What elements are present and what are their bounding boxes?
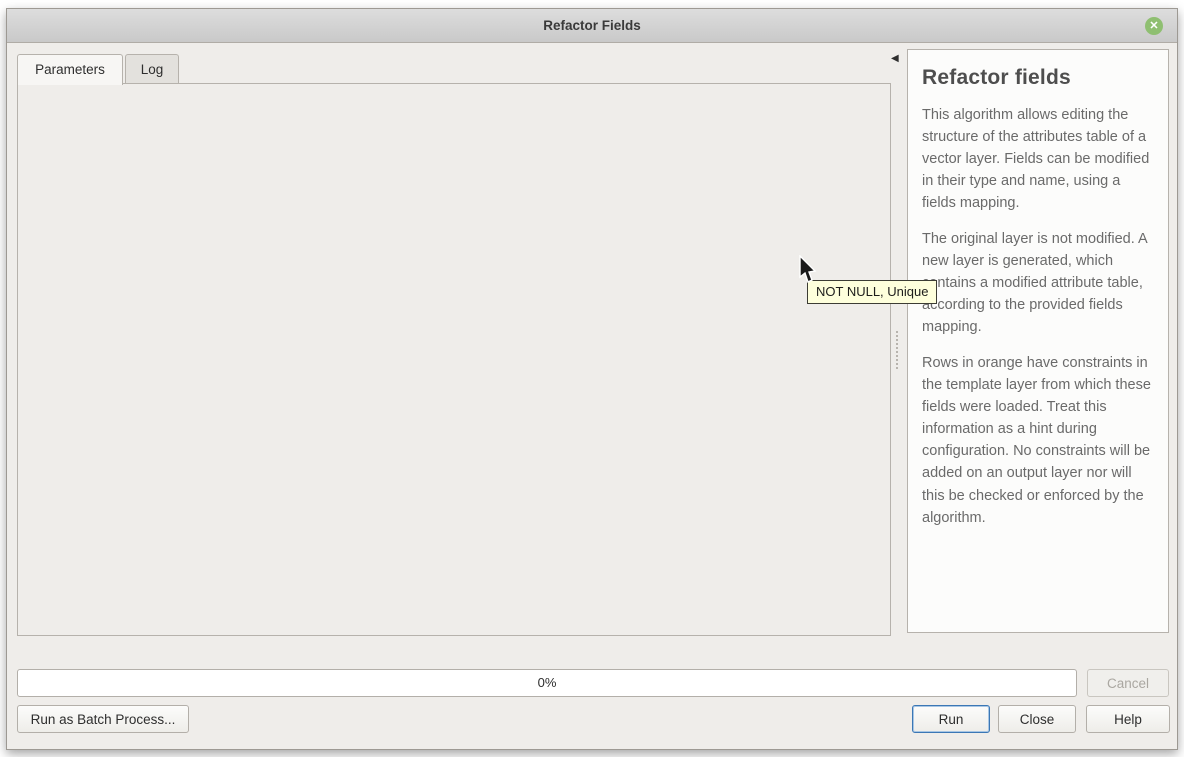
tab-log[interactable]: Log (125, 54, 179, 84)
run-as-batch-button[interactable]: Run as Batch Process... (17, 705, 189, 733)
cancel-button[interactable]: Cancel (1087, 669, 1169, 697)
close-icon[interactable]: ✕ (1145, 17, 1163, 35)
help-button[interactable]: Help (1086, 705, 1170, 733)
parameters-panel (17, 83, 891, 636)
tab-parameters[interactable]: Parameters (17, 54, 123, 85)
splitter-handle[interactable] (896, 331, 899, 369)
help-paragraph: This algorithm allows editing the struct… (922, 104, 1154, 214)
constraints-tooltip: NOT NULL, Unique (807, 280, 937, 304)
help-panel: Refactor fields This algorithm allows ed… (907, 49, 1169, 633)
refactor-fields-dialog: Refactor Fields ✕ Parameters Log Input l… (6, 8, 1178, 750)
help-title: Refactor fields (922, 66, 1154, 90)
dialog-title: Refactor Fields (7, 9, 1177, 42)
mouse-cursor (797, 255, 819, 290)
collapse-panel-icon[interactable]: ◀ (891, 53, 899, 64)
progress-bar: 0% (17, 669, 1077, 697)
title-bar[interactable]: Refactor Fields ✕ (7, 9, 1177, 43)
help-paragraph: The original layer is not modified. A ne… (922, 228, 1154, 338)
help-paragraph: Rows in orange have constraints in the t… (922, 352, 1154, 528)
close-button[interactable]: Close (998, 705, 1076, 733)
run-button[interactable]: Run (912, 705, 990, 733)
